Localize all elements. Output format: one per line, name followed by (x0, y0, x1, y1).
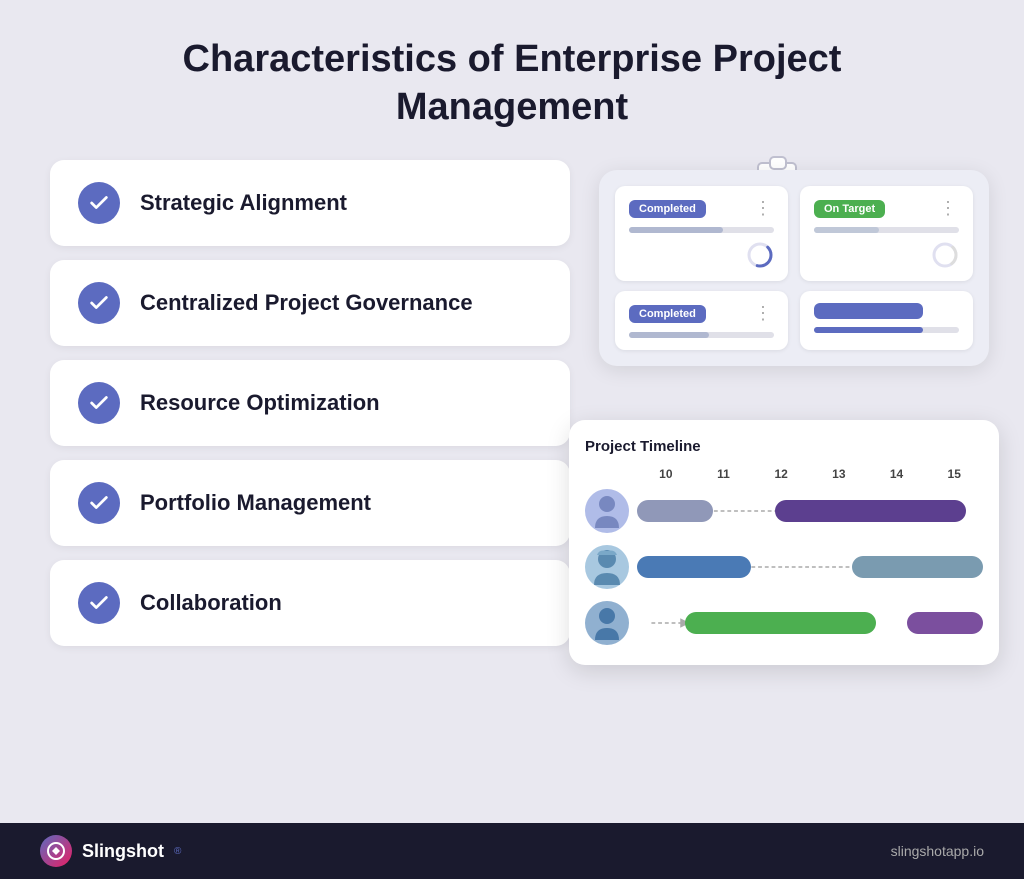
status-row-2: Completed ⋮ (615, 291, 973, 350)
check-icon-2 (78, 282, 120, 324)
check-icon-1 (78, 182, 120, 224)
list-item: Resource Optimization (50, 360, 570, 446)
gantt-rows (585, 489, 983, 645)
status-card-ontarget: On Target ⋮ (800, 186, 973, 281)
col-14: 14 (868, 467, 926, 481)
col-13: 13 (810, 467, 868, 481)
status-panel: Completed ⋮ On Target ⋮ (599, 170, 989, 366)
item-label-4: Portfolio Management (140, 490, 371, 516)
status-row-1: Completed ⋮ On Target ⋮ (615, 186, 973, 281)
dots-menu-3[interactable]: ⋮ (754, 303, 774, 324)
list-item: Strategic Alignment (50, 160, 570, 246)
gantt-row-1 (585, 489, 983, 533)
status-card-completed-1: Completed ⋮ (615, 186, 788, 281)
gantt-bar-container-1 (637, 495, 983, 527)
list-item: Collaboration (50, 560, 570, 646)
badge-completed-1: Completed (629, 200, 706, 218)
list-item: Centralized Project Governance (50, 260, 570, 346)
title-section: Characteristics of Enterprise Project Ma… (0, 0, 1024, 159)
avatar-2 (585, 545, 629, 589)
page-background: Characteristics of Enterprise Project Ma… (0, 0, 1024, 879)
item-label-5: Collaboration (140, 590, 282, 616)
gantt-row-3 (585, 601, 983, 645)
status-card-blue (800, 291, 973, 350)
page-title: Characteristics of Enterprise Project Ma… (120, 36, 904, 131)
timeline-panel: Project Timeline 10 11 12 13 14 15 (569, 420, 999, 665)
logo-text: Slingshot (82, 841, 164, 862)
item-label-1: Strategic Alignment (140, 190, 347, 216)
footer: Slingshot ® slingshotapp.io (0, 823, 1024, 879)
item-label-2: Centralized Project Governance (140, 290, 473, 316)
gantt-row-2 (585, 545, 983, 589)
badge-completed-2: Completed (629, 305, 706, 323)
col-12: 12 (752, 467, 810, 481)
avatar-3 (585, 601, 629, 645)
item-label-3: Resource Optimization (140, 390, 380, 416)
characteristics-list: Strategic Alignment Centralized Project … (50, 160, 570, 646)
col-15: 15 (925, 467, 983, 481)
dots-menu-2[interactable]: ⋮ (939, 198, 959, 219)
logo-icon (40, 835, 72, 867)
avatar-1 (585, 489, 629, 533)
col-11: 11 (695, 467, 753, 481)
badge-ontarget: On Target (814, 200, 885, 218)
check-icon-4 (78, 482, 120, 524)
timeline-header: 10 11 12 13 14 15 (585, 467, 983, 481)
check-icon-3 (78, 382, 120, 424)
dots-menu-1[interactable]: ⋮ (754, 198, 774, 219)
list-item: Portfolio Management (50, 460, 570, 546)
gantt-bar-container-2 (637, 551, 983, 583)
footer-logo: Slingshot ® (40, 835, 181, 867)
status-card-completed-2: Completed ⋮ (615, 291, 788, 350)
check-icon-5 (78, 582, 120, 624)
gantt-bar-container-3 (637, 607, 983, 639)
footer-url: slingshotapp.io (891, 843, 984, 859)
timeline-title: Project Timeline (585, 438, 983, 455)
col-10: 10 (637, 467, 695, 481)
